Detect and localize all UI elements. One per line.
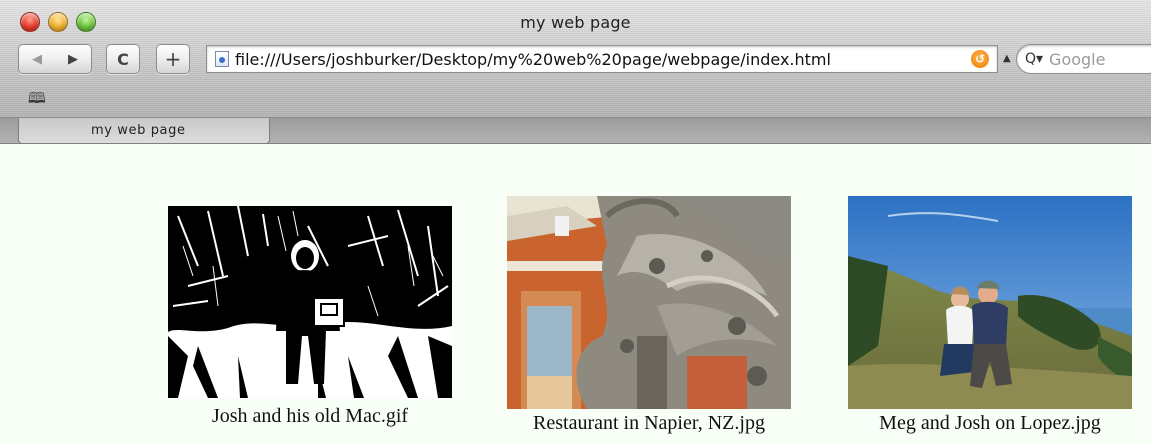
page-icon xyxy=(215,51,229,67)
add-bookmark-button[interactable]: + xyxy=(156,44,190,74)
browser-toolbar: my web page ◀ ▶ C + file:///Users/joshbu… xyxy=(0,0,1151,118)
page-content: Josh and his old Mac.gif Restaurant in N… xyxy=(0,145,1151,443)
back-forward-control: ◀ ▶ xyxy=(18,44,92,74)
search-icon[interactable]: Q▾ xyxy=(1025,51,1043,67)
search-field[interactable]: Q▾ Google xyxy=(1016,44,1151,74)
tab-bar: my web page xyxy=(0,118,1151,144)
forward-button[interactable]: ▶ xyxy=(68,52,78,67)
lopez-island-image xyxy=(848,196,1132,409)
address-input[interactable]: file:///Users/joshburker/Desktop/my%20we… xyxy=(235,50,971,69)
back-button[interactable]: ◀ xyxy=(32,52,42,67)
tab-my-web-page[interactable]: my web page xyxy=(18,118,270,144)
reload-icon: C xyxy=(117,49,129,69)
image-caption: Restaurant in Napier, NZ.jpg xyxy=(533,412,765,434)
josh-mac-image xyxy=(168,206,452,398)
napier-restaurant-image xyxy=(507,196,791,409)
image-caption: Josh and his old Mac.gif xyxy=(211,405,409,427)
address-bar[interactable]: file:///Users/joshburker/Desktop/my%20we… xyxy=(206,45,998,73)
bookmarks-icon[interactable]: 🕮 xyxy=(28,88,46,113)
caret-up-icon: ▲ xyxy=(1003,53,1011,64)
josh-mac-illustration xyxy=(168,206,452,398)
snapback-icon[interactable]: ↺ xyxy=(971,50,989,68)
browser-window: my web page ◀ ▶ C + file:///Users/joshbu… xyxy=(0,0,1151,443)
lopez-illustration xyxy=(848,196,1132,409)
plus-icon: + xyxy=(164,47,182,71)
napier-illustration xyxy=(507,196,791,409)
image-caption: Meg and Josh on Lopez.jpg xyxy=(879,412,1101,434)
window-title: my web page xyxy=(520,13,631,32)
search-placeholder: Google xyxy=(1049,49,1106,69)
reload-button[interactable]: C xyxy=(106,44,140,74)
